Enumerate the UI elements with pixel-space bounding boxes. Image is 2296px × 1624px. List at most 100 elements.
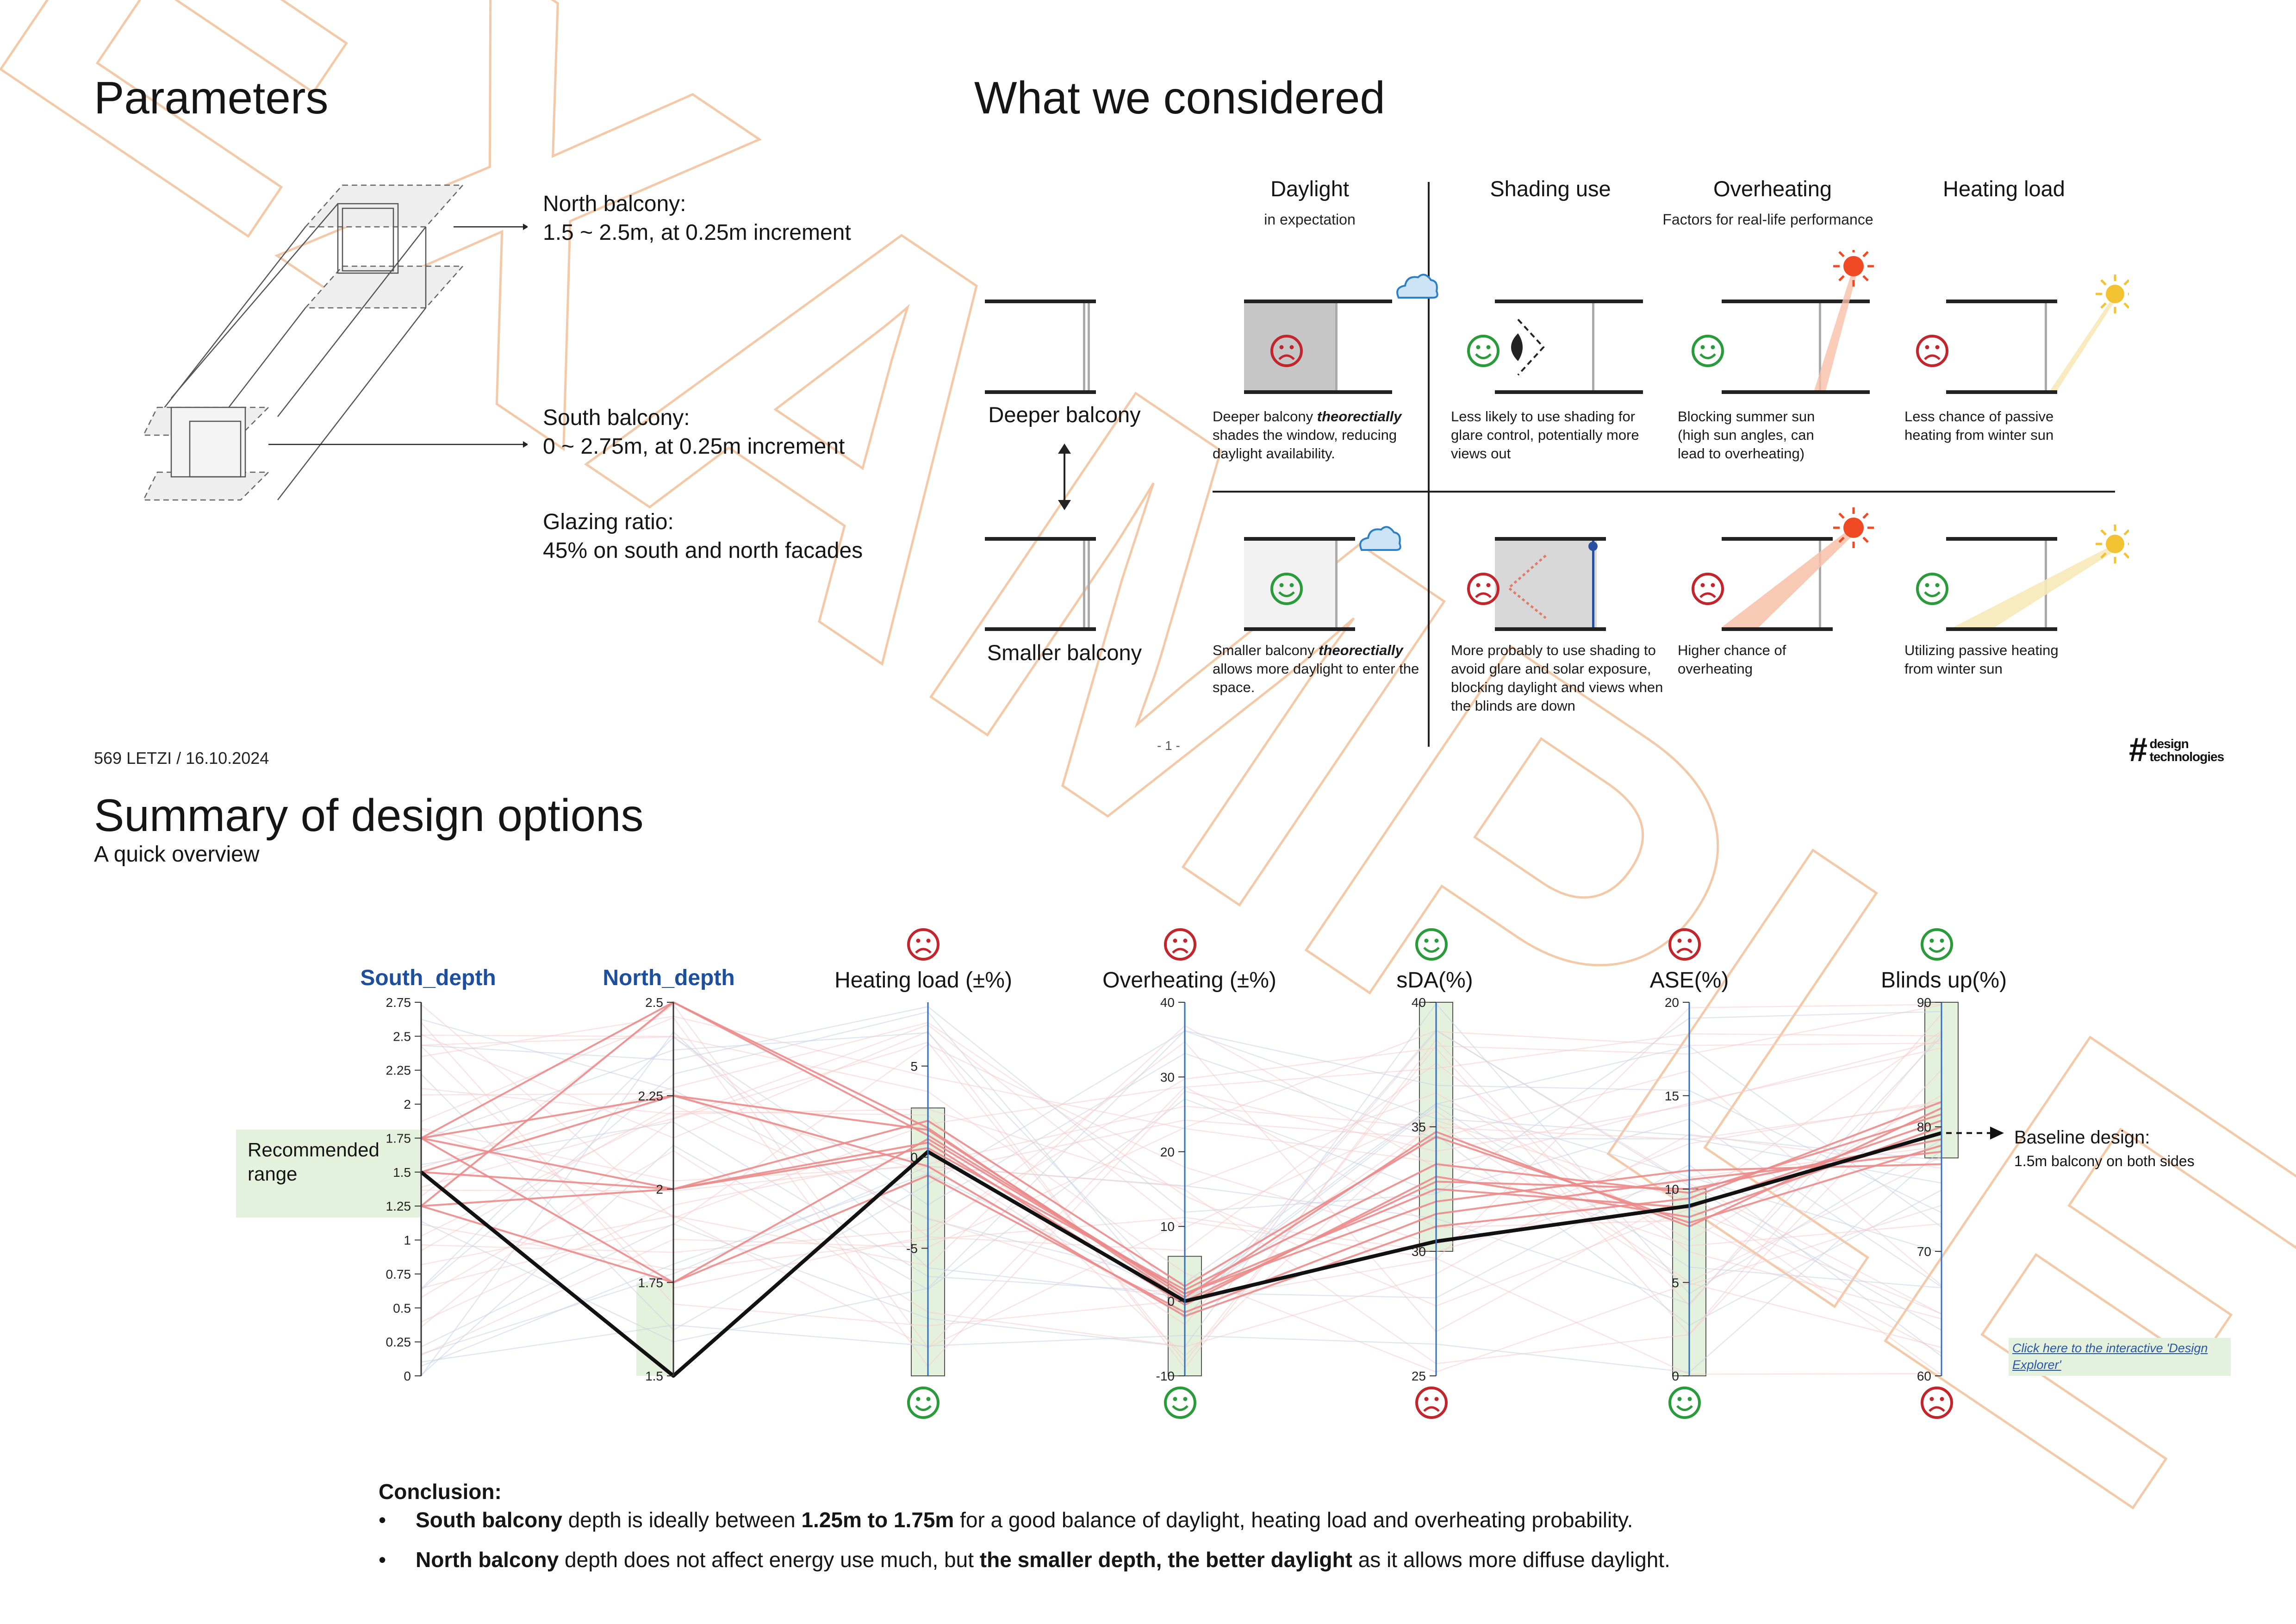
conclusion-text-segment: 1.25m to 1.75m [801,1508,954,1532]
axis-tick-label: 2.5 [645,995,663,1010]
bullet-icon: • [379,1508,386,1532]
bullet-icon: • [379,1548,386,1572]
axis-tick-label: 2 [656,1182,663,1197]
happy-face-icon [907,1387,940,1419]
conclusion-text-segment: North balcony [416,1548,559,1572]
axis-tick-label: 0 [910,1150,918,1165]
axis-title-overheating: Overheating (±%) [1102,968,1276,993]
face-eye [1929,938,1934,943]
axis-tick-label: 30 [1160,1070,1175,1084]
axis-tick-label: 0 [1672,1369,1679,1383]
face-eye [916,938,921,943]
design-explorer-link-box[interactable]: Click here to the interactive 'Design Ex… [2009,1338,2231,1376]
axis-tick-label: 2.75 [386,995,411,1010]
face-mouth [1929,1406,1945,1412]
axis-tick-label: 10 [1665,1182,1679,1197]
face-eye [1434,938,1439,943]
sad-face-icon [907,928,940,961]
face-eye [926,1397,931,1401]
face-eye [1183,938,1188,943]
axis-tick-label: 5 [1672,1275,1679,1290]
axis-tick-label: 30 [1412,1244,1426,1259]
face-eye [1434,1397,1439,1401]
axis-title-south-depth: South_depth [360,966,496,990]
face-eye [1687,938,1692,943]
baseline-arrow-head [1990,1126,2004,1140]
face-eye [1173,938,1177,943]
axis-tick-label: 5 [910,1059,918,1074]
face-mouth [915,948,932,954]
happy-face-icon [1921,928,1953,961]
conclusion-text-segment: South balcony [416,1508,562,1532]
face-mouth [915,1405,932,1411]
face-eye [1940,1397,1944,1401]
axis-tick-label: 25 [1412,1369,1426,1383]
face-eye [1677,938,1682,943]
conclusion-text-segment: for a good balance of daylight, heating … [954,1508,1633,1532]
axis-tick-label: 60 [1917,1369,1931,1383]
axis-tick-label: 1.75 [386,1131,411,1145]
face-eye [1183,1397,1188,1401]
axis-tick-label: 1 [404,1233,411,1248]
happy-face-icon [1668,1387,1701,1419]
baseline-design-sub: 1.5m balcony on both sides [2014,1153,2195,1169]
face-mouth [1423,947,1440,953]
axis-tick-label: 1.25 [386,1199,411,1213]
sad-face-icon [1164,928,1196,961]
axis-tick-label: 1.75 [638,1275,664,1290]
face-mouth [1676,948,1693,954]
face-mouth [1172,1405,1188,1411]
axis-tick-label: 20 [1160,1145,1175,1159]
axis-title-north-depth: North_depth [603,966,735,990]
axis-tick-label: 20 [1665,995,1679,1010]
axis-tick-label: 80 [1917,1120,1931,1134]
axis-tick-label: 0 [404,1369,411,1383]
face-eye [1173,1397,1177,1401]
axis-tick-label: 0.25 [386,1335,411,1349]
face-eye [1687,1397,1692,1401]
axis-tick-label: 35 [1412,1120,1426,1134]
face-eye [1424,1397,1429,1401]
parallel-coordinates-chart: 0 0.25 0.5 0.75 1 1.25 1.5 1.75 2 2.25 2.5 2.75 1.5 1… [386,928,2004,1419]
axis-tick-label: 40 [1160,995,1175,1010]
axis-tick-label: 10 [1160,1219,1175,1234]
axis-tick-label: 0.5 [393,1301,411,1315]
conclusion-text-segment: the smaller depth, the better daylight [979,1548,1352,1572]
face-mouth [1676,1405,1693,1411]
conclusion-bullet: • North balcony depth does not affect ene… [379,1540,2184,1580]
axis-title-blinds-up: Blinds up(%) [1880,968,2007,993]
conclusion-bullet: • South balcony depth is ideally between … [379,1500,2184,1540]
design-explorer-link[interactable]: Click here to the interactive 'Design Ex… [2009,1338,2231,1375]
face-mouth [1172,948,1188,954]
axis-tick-label: 70 [1917,1244,1931,1259]
axis-tick-label: 90 [1917,995,1931,1010]
face-eye [1940,938,1944,943]
face-eye [1929,1397,1934,1401]
conclusion-list: • South balcony depth is ideally between … [379,1500,2184,1580]
axis-tick-label: 15 [1665,1089,1679,1103]
sad-face-icon [1921,1387,1953,1419]
happy-face-icon [1415,928,1448,961]
face-eye [916,1397,921,1401]
axis-tick-label: 40 [1412,995,1426,1010]
axis-tick-label: -5 [906,1241,918,1255]
option-line [421,1016,1942,1247]
baseline-design-label: Baseline design: [2014,1127,2150,1148]
sad-face-icon [1415,1387,1448,1419]
axis-tick-label: 2.25 [638,1089,664,1103]
face-eye [1424,938,1429,943]
face-eye [926,938,931,943]
axis-tick-label: 2.5 [393,1029,411,1043]
axis-tick-label: -10 [1156,1369,1175,1383]
happy-face-icon [1164,1387,1196,1419]
conclusion-text-segment: depth does not affect energy use much, b… [559,1548,980,1572]
axis-tick-label: 2.25 [386,1063,411,1078]
axis-title-sda: sDA(%) [1396,968,1473,993]
face-mouth [1423,1406,1440,1412]
sad-face-icon [1668,928,1701,961]
axis-tick-label: 1.5 [393,1165,411,1180]
axis-tick-label: 0.75 [386,1267,411,1281]
axis-title-heating-load: Heating load (±%) [834,968,1012,993]
axis-tick-label: 1.5 [645,1369,663,1383]
axis-tick-label: 2 [404,1097,411,1112]
